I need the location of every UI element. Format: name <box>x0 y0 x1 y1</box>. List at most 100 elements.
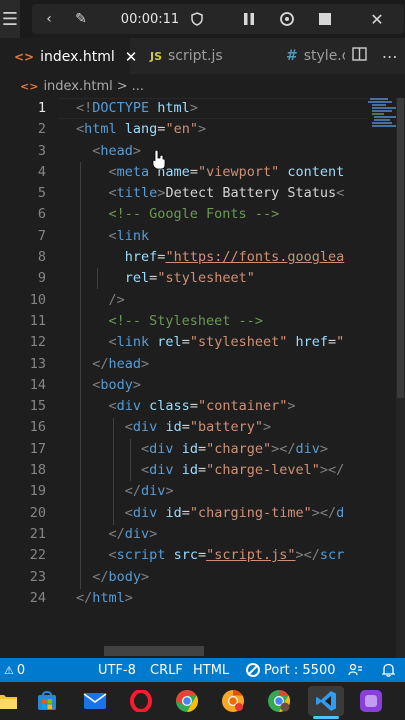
code-line[interactable]: /> <box>76 290 360 311</box>
code-token: < <box>141 462 150 479</box>
file-explorer-icon[interactable] <box>0 686 22 716</box>
code-token: href <box>124 249 158 266</box>
code-line[interactable]: </html> <box>76 588 360 609</box>
code-line[interactable]: <div id="charging-time"></d <box>76 503 360 524</box>
code-line[interactable]: </head> <box>76 354 360 375</box>
code-token: link <box>116 334 158 351</box>
code-token: "charge-level" <box>206 462 320 479</box>
code-token: div <box>116 398 150 415</box>
mail-icon[interactable] <box>80 686 110 716</box>
code-line[interactable]: <!DOCTYPE html> <box>76 98 360 119</box>
account-icon[interactable] <box>348 658 363 682</box>
hamburger-menu-button[interactable]: ☰ <box>0 0 20 38</box>
code-line[interactable]: <div class="container"> <box>76 396 360 417</box>
breadcrumb-file[interactable]: index.html <box>43 79 112 94</box>
code-line[interactable]: <div id="charge"></div> <box>76 439 360 460</box>
code-token: d <box>336 504 345 521</box>
line-number: 17 <box>29 440 46 457</box>
js-file-icon: JS <box>150 49 163 63</box>
code-line[interactable]: <div id="battery"> <box>76 417 360 438</box>
code-token: < <box>76 121 85 138</box>
code-line[interactable]: <meta name="viewport" content <box>76 162 360 183</box>
vscode-icon[interactable] <box>308 686 344 716</box>
chrome-canary-icon[interactable] <box>218 686 248 716</box>
horizontal-scrollbar-thumb[interactable] <box>104 646 204 656</box>
recording-timer: 00:00:11 <box>120 11 180 27</box>
eol-indicator[interactable]: CRLF <box>150 658 183 682</box>
code-editor[interactable]: 1 2 3 4 5 6 7 8 9 10 11 12 13 14 15 16 17 18 19 20 21 22 23 24 … <box>0 98 405 658</box>
tab-style-css[interactable]: # style.c <box>266 38 346 74</box>
code-token: <!-- Google Fonts --> <box>108 206 280 223</box>
restart-icon[interactable] <box>274 4 300 34</box>
code-line[interactable]: <!-- Stylesheet --> <box>76 311 360 332</box>
collapse-left-icon[interactable]: ‹ <box>36 4 62 34</box>
code-token: div <box>141 483 166 500</box>
code-line[interactable]: </div> <box>76 481 360 502</box>
chrome-profile-icon[interactable] <box>264 686 294 716</box>
line-number: 24 <box>29 589 46 606</box>
pen-icon[interactable]: ✎ <box>68 4 94 34</box>
code-line[interactable]: href="https://fonts.googlea <box>76 247 360 268</box>
tab-label: script.js <box>168 48 223 64</box>
recorder-controls: ‹ ✎ 00:00:11 ✕ <box>32 4 404 34</box>
line-number: 7 <box>37 227 46 244</box>
code-line[interactable]: <link rel="stylesheet" href=" <box>76 332 360 353</box>
pause-icon[interactable] <box>236 4 262 34</box>
store-icon[interactable] <box>32 686 62 716</box>
code-line[interactable]: </div> <box>76 524 360 545</box>
code-line[interactable]: </body> <box>76 567 360 588</box>
code-token: "charge" <box>206 440 272 457</box>
encoding-indicator[interactable]: UTF-8 <box>98 658 136 682</box>
code-line[interactable]: <link <box>76 226 360 247</box>
minimap[interactable] <box>366 98 398 138</box>
problems-count: 0 <box>16 662 26 678</box>
code-line[interactable]: <body> <box>76 375 360 396</box>
line-number: 21 <box>29 525 46 542</box>
screen-recorder-bar: ☰ ‹ ✎ 00:00:11 ✕ <box>0 0 405 38</box>
close-icon[interactable]: ✕ <box>364 4 390 34</box>
shield-icon[interactable] <box>184 4 210 34</box>
problems-indicator[interactable]: ⚠ 0 <box>4 658 25 682</box>
code-lines[interactable]: <!DOCTYPE html> <html lang="en"> <head> <… <box>76 98 360 609</box>
code-token: id <box>181 440 198 457</box>
editor-actions: ⋯ <box>345 38 405 74</box>
stop-icon[interactable] <box>312 4 338 34</box>
line-number: 19 <box>29 483 46 500</box>
split-editor-icon[interactable] <box>352 47 367 65</box>
code-line[interactable]: <div id="charge-level"></ <box>76 460 360 481</box>
code-token: = <box>181 419 190 436</box>
code-token: "stylesheet" <box>189 334 296 351</box>
code-token: < <box>124 504 133 521</box>
scrollbar-thumb[interactable] <box>397 98 404 398</box>
code-token: div <box>132 504 166 521</box>
code-line[interactable]: <html lang="en"> <box>76 119 360 140</box>
language-mode[interactable]: HTML <box>193 658 229 682</box>
code-token: = <box>181 334 190 351</box>
live-server-port[interactable]: Port : 5500 <box>246 658 336 682</box>
opera-icon[interactable] <box>126 686 156 716</box>
code-token: ></ <box>319 462 345 479</box>
code-token: html <box>84 121 125 138</box>
app-purple-icon[interactable] <box>356 686 386 716</box>
notifications-bell-icon[interactable] <box>382 658 395 682</box>
code-token: > <box>132 376 142 393</box>
code-token: = <box>197 462 207 479</box>
code-line[interactable]: rel="stylesheet" <box>76 268 360 289</box>
code-line[interactable]: <!-- Google Fonts --> <box>76 204 360 225</box>
code-line[interactable]: <script src="script.js"></scr <box>76 545 360 566</box>
tab-script-js[interactable]: JS script.js <box>130 38 266 74</box>
tab-index-html[interactable]: <> index.html ✕ <box>0 38 137 74</box>
status-bar: ⚠ 0 UTF-8 CRLF HTML Port : 5500 <box>0 658 405 682</box>
vertical-scrollbar[interactable] <box>396 98 405 658</box>
code-line[interactable]: <title>Detect Battery Status< <box>76 183 360 204</box>
more-actions-icon[interactable]: ⋯ <box>382 47 398 66</box>
code-token: > <box>141 355 150 372</box>
chrome-icon[interactable] <box>172 686 202 716</box>
code-token: href <box>295 334 329 351</box>
code-line[interactable]: <head> <box>76 141 360 162</box>
code-token: content <box>287 163 345 180</box>
breadcrumb-more[interactable]: ... <box>132 79 144 94</box>
